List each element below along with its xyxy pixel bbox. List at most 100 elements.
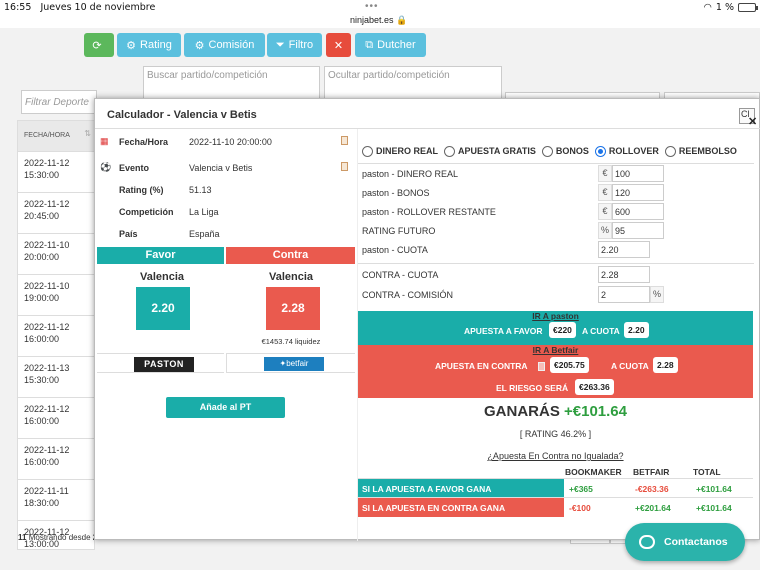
radio-dinero-real[interactable]: DINERO REAL (362, 145, 438, 157)
contra-logo-strip: ✦betfair (226, 353, 355, 373)
mode-radio-group: DINERO REAL APUESTA GRATIS BONOS ROLLOVE… (362, 141, 758, 161)
table-row[interactable]: 2022-11-10 20:00:00 (18, 233, 94, 274)
table-row[interactable]: 2022-11-12 16:00:00 (18, 438, 94, 479)
filtro-button[interactable]: ⏷ Filtro (267, 33, 322, 57)
events-table: FECHA/HORA ⇅ 2022-11-12 15:30:00 2022-11-1… (17, 120, 95, 550)
chat-bubble-icon (639, 535, 655, 549)
contra-liquidez: €1453.74 liquidez (261, 337, 321, 346)
info-pais: País España (119, 229, 220, 239)
radio-reembolso[interactable]: REEMBOLSO (664, 145, 737, 157)
rating-button[interactable]: ⚙ Rating (117, 33, 181, 57)
apuesta-contra-value[interactable]: €205.75 (550, 357, 589, 373)
copy-icon[interactable] (538, 362, 545, 371)
contra-cuota-input[interactable]: 2.28 (598, 266, 650, 283)
favor-cuota-value[interactable]: 2.20 (624, 322, 649, 338)
contra-header: Contra (226, 247, 355, 264)
results-table: BOOKMAKER BETFAIR TOTAL SI LA APUESTA A … (358, 464, 753, 517)
comision-button[interactable]: ⚙ Comisión (184, 33, 265, 57)
contra-cuota-value[interactable]: 2.28 (653, 357, 678, 373)
table-row[interactable]: 2022-11-10 19:00:00 (18, 274, 94, 315)
riesgo-value[interactable]: €263.36 (575, 379, 614, 395)
copy-icon[interactable] (341, 136, 348, 145)
refresh-button[interactable]: ⟳ (84, 33, 114, 57)
event-info: ▦ Fecha/Hora 2022-11-10 20:00:00 ⚽ Event… (95, 129, 357, 243)
cuota-input[interactable]: 2.20 (598, 241, 650, 258)
contra-team: Valencia (268, 271, 314, 283)
buscar-input[interactable]: Buscar partido/competición (143, 66, 320, 100)
dinero-real-input[interactable]: 100 (612, 165, 664, 182)
ios-status-bar: 16:55 Jueves 10 de noviembre ••• ninjabe… (0, 0, 760, 28)
ganaras-result: GANARÁS +€101.64 (484, 403, 627, 420)
info-fecha: ▦ Fecha/Hora 2022-11-10 20:00:00 (95, 129, 357, 155)
rollover-input[interactable]: 600 (612, 203, 664, 220)
ir-betfair-link[interactable]: IR A Betfair (358, 345, 753, 355)
apuesta-favor-value[interactable]: €220 (549, 322, 576, 338)
table-row[interactable]: 2022-11-12 15:30:00 (18, 151, 94, 192)
contra-odd[interactable]: 2.28 (266, 287, 320, 330)
address-bar-url[interactable]: ninjabet.es 🔒 (350, 15, 407, 26)
apuesta-no-igualada-link[interactable]: ¿Apuesta En Contra no Igualada? (358, 451, 753, 461)
field-contra-comision: CONTRA - COMISIÓN 2 % (358, 285, 753, 304)
results-header: BOOKMAKER BETFAIR TOTAL (565, 467, 721, 477)
status-right: ◠ 1 % (703, 2, 758, 13)
status-time: 16:55 Jueves 10 de noviembre (4, 2, 156, 13)
clear-filter-button[interactable]: ✕ (326, 33, 351, 57)
battery-icon (738, 3, 758, 12)
dutcher-button[interactable]: ⧉ Dutcher (355, 33, 426, 57)
betfair-logo[interactable]: ✦betfair (264, 357, 324, 371)
modal-header: Calculador - Valencia v Betis Cl ✕ (95, 99, 760, 129)
table-row[interactable]: 2022-11-13 15:30:00 (18, 356, 94, 397)
bonos-input[interactable]: 120 (612, 184, 664, 201)
soccer-ball-icon: ⚽ (100, 162, 112, 172)
table-row[interactable]: 2022-11-11 18:30:00 (18, 479, 94, 520)
paston-logo[interactable]: PASTON (134, 357, 194, 372)
radio-circle[interactable] (444, 145, 456, 157)
contra-comision-input[interactable]: 2 (598, 286, 650, 303)
radio-bonos[interactable]: BONOS (541, 145, 589, 157)
field-contra-cuota: CONTRA - CUOTA 2.28 (358, 265, 753, 284)
table-row[interactable]: 2022-11-12 16:00:00 (18, 315, 94, 356)
add-to-pt-button[interactable]: Añade al PT (166, 397, 285, 418)
battery-percent: 1 % (715, 2, 734, 13)
table-header-fecha[interactable]: FECHA/HORA ⇅ (18, 121, 94, 151)
radio-circle[interactable] (664, 145, 676, 157)
ir-paston-panel: IR A paston APUESTA A FAVOR €220 A CUOTA… (358, 311, 753, 345)
contactanos-button[interactable]: Contactanos (625, 523, 745, 561)
field-dinero-real: paston - DINERO REAL € 100 (358, 164, 753, 183)
refresh-icon: ⟳ (92, 39, 102, 52)
favor-odd[interactable]: 2.20 (136, 287, 190, 330)
deporte-select[interactable]: Filtrar Deporte (21, 90, 97, 114)
section-divider (358, 263, 754, 264)
wifi-icon: ◠ (703, 2, 712, 13)
radio-apuesta-gratis[interactable]: APUESTA GRATIS (444, 145, 536, 157)
sort-icon: ⇅ (84, 129, 91, 138)
result-row-contra: SI LA APUESTA EN CONTRA GANA -€100 +€201… (358, 497, 753, 517)
lock-icon: 🔒 (396, 15, 408, 25)
table-row[interactable]: 2022-11-12 20:45:00 (18, 192, 94, 233)
table-row[interactable]: 2022-11-12 16:00:00 (18, 397, 94, 438)
field-rating-futuro: RATING FUTURO % 95 (358, 221, 753, 240)
field-cuota: paston - CUOTA 2.20 (358, 240, 753, 259)
tab-dots-icon[interactable]: ••• (365, 1, 379, 12)
ir-paston-link[interactable]: IR A paston (358, 311, 753, 321)
info-rating: Rating (%) 51.13 (119, 185, 212, 195)
info-competicion: Competición La Liga (119, 207, 219, 217)
rating-result: [ RATING 46.2% ] (519, 429, 592, 439)
favor-logo-strip: PASTON (97, 353, 224, 373)
radio-circle[interactable] (541, 145, 553, 157)
radio-rollover[interactable]: ROLLOVER (594, 145, 659, 157)
ir-betfair-panel: IR A Betfair APUESTA EN CONTRA €205.75 A… (358, 345, 753, 398)
calculator-modal: Calculador - Valencia v Betis Cl ✕ ▦ Fec… (94, 98, 760, 541)
favor-header: Favor (97, 247, 224, 264)
external-link-icon: ⧉ (365, 38, 374, 51)
gears-icon: ⚙ (126, 39, 137, 52)
rating-futuro-input[interactable]: 95 (612, 222, 664, 239)
info-evento: ⚽ Evento Valencia v Betis (95, 155, 357, 177)
favor-team: Valencia (139, 271, 185, 283)
calendar-icon: ▦ (100, 136, 109, 146)
radio-circle[interactable] (362, 145, 373, 157)
close-icon[interactable]: ✕ (748, 115, 757, 128)
copy-icon[interactable] (341, 162, 348, 171)
ocultar-input[interactable]: Ocultar partido/competición (324, 66, 502, 100)
radio-circle-selected[interactable] (594, 145, 606, 157)
